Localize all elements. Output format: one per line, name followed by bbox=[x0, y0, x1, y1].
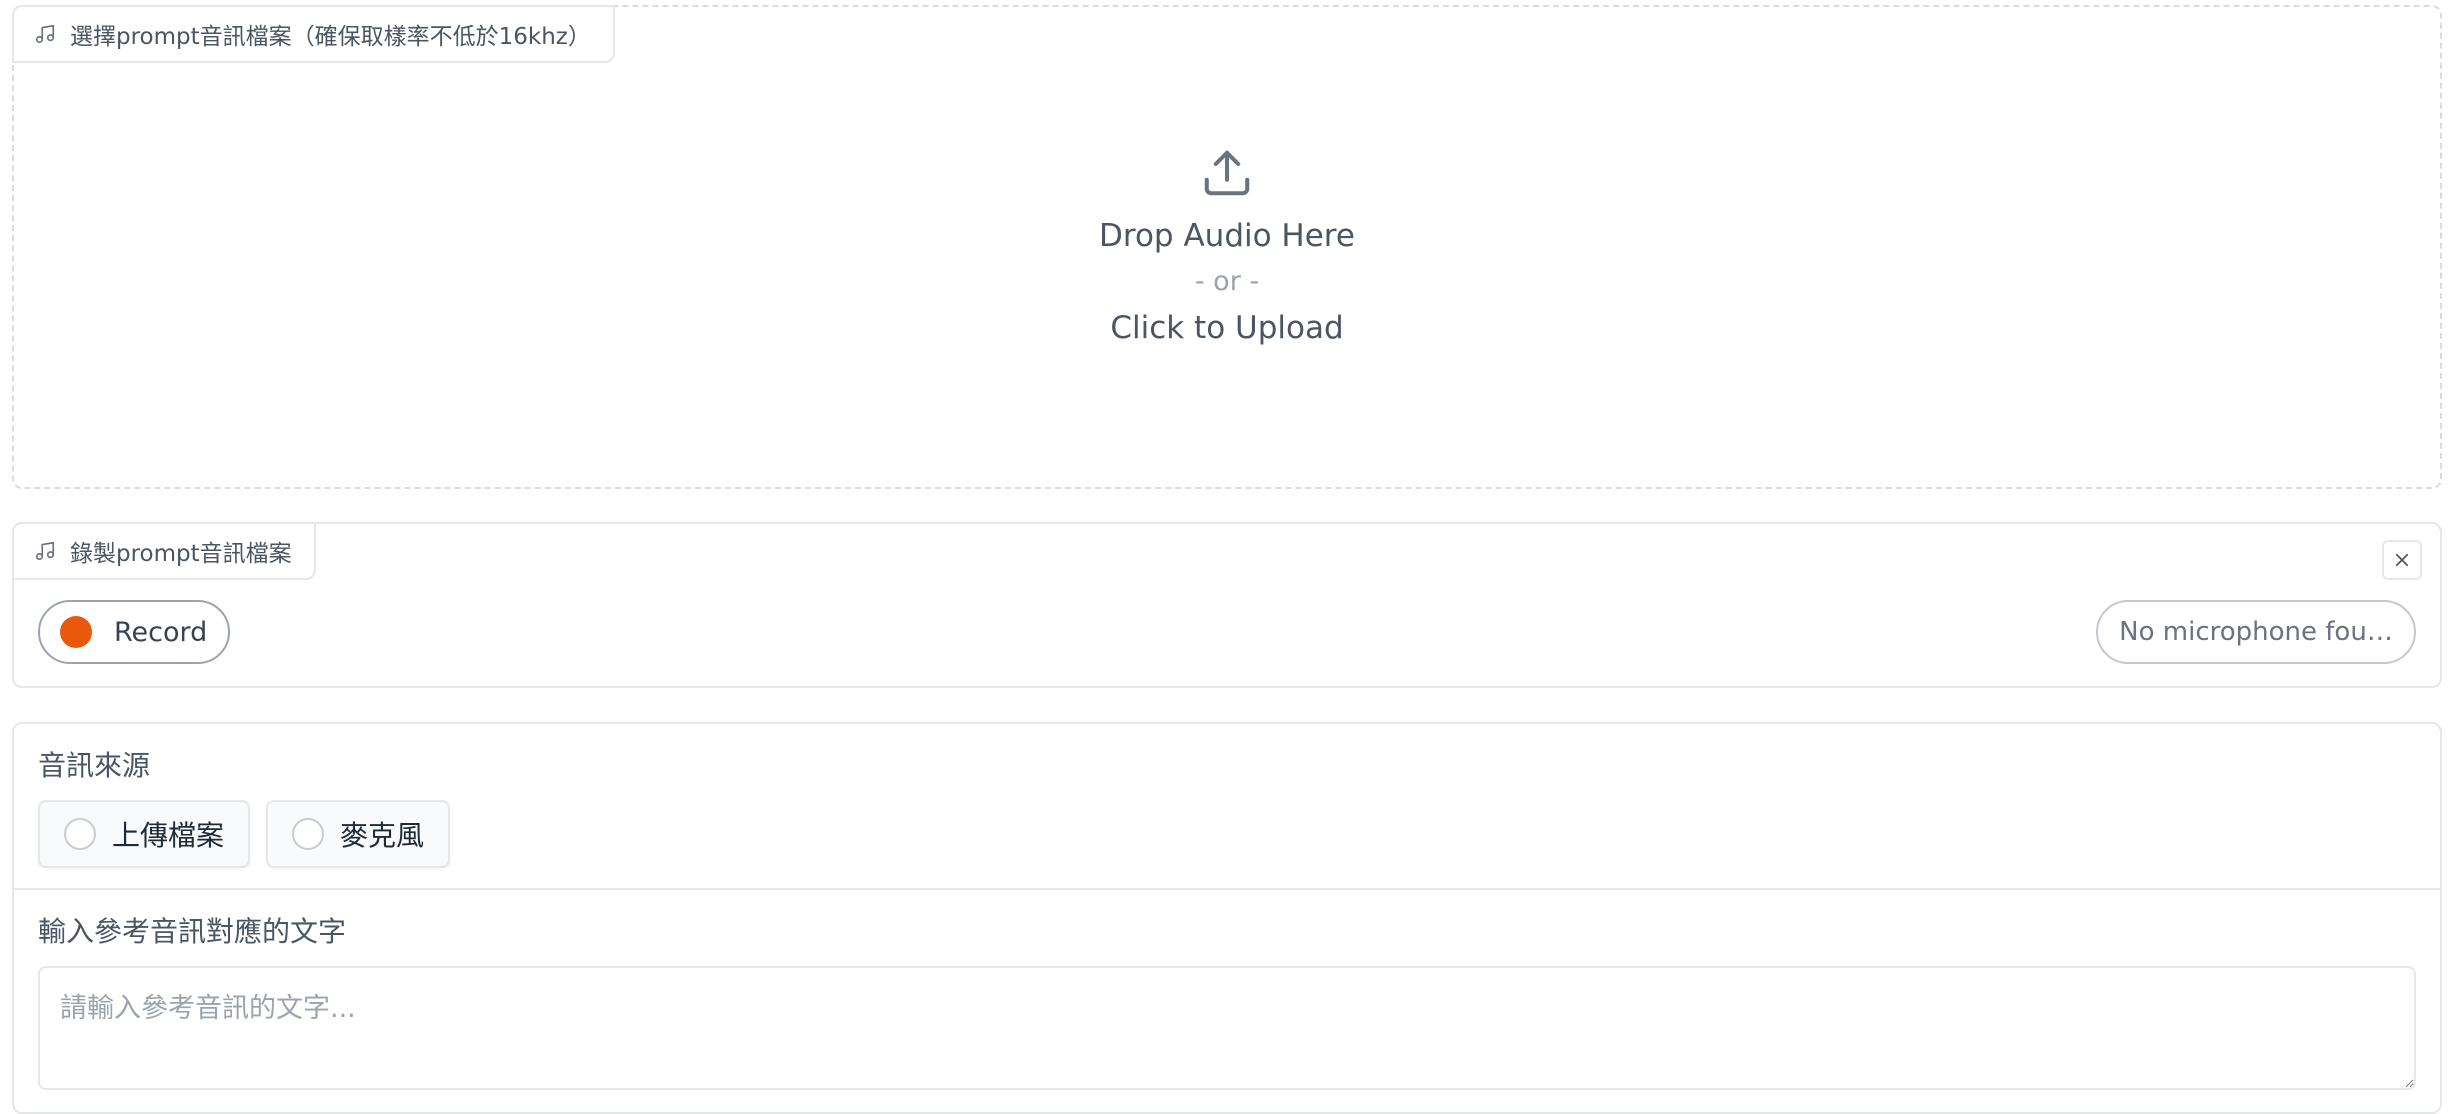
record-dot-icon bbox=[60, 616, 92, 648]
radio-circle[interactable] bbox=[64, 818, 96, 850]
reference-text-title: 輸入參考音訊對應的文字 bbox=[38, 915, 347, 948]
music-note-icon bbox=[35, 541, 55, 561]
audio-source-panel: 音訊來源 上傳檔案 麥克風 輸入參考音訊對應的文字 bbox=[12, 722, 2442, 1114]
divider bbox=[14, 888, 2440, 890]
or-text: - or - bbox=[1194, 266, 1260, 297]
audio-source-title: 音訊來源 bbox=[38, 749, 151, 782]
record-audio-panel: 錄製prompt音訊檔案 Record No microphone fou… bbox=[12, 522, 2442, 688]
microphone-select[interactable]: No microphone fou… bbox=[2096, 600, 2416, 664]
record-audio-label: 錄製prompt音訊檔案 bbox=[12, 522, 316, 580]
radio-circle[interactable] bbox=[292, 818, 325, 850]
upload-audio-panel: 選擇prompt音訊檔案（確保取樣率不低於16khz） Drop Audio H… bbox=[12, 5, 2442, 489]
click-to-upload-text: Click to Upload bbox=[1110, 310, 1344, 346]
clear-button[interactable] bbox=[2382, 540, 2422, 580]
upload-icon bbox=[1204, 150, 1250, 196]
record-button-label: Record bbox=[114, 616, 208, 648]
microphone-select-label: No microphone fou… bbox=[2119, 617, 2393, 647]
close-icon bbox=[2395, 553, 2409, 567]
radio-option-label: 上傳檔案 bbox=[112, 819, 225, 852]
drop-audio-text: Drop Audio Here bbox=[1099, 218, 1355, 254]
audio-source-radio-group: 上傳檔案 麥克風 bbox=[38, 800, 451, 868]
radio-option-label: 麥克風 bbox=[340, 819, 425, 852]
reference-text-input[interactable] bbox=[38, 966, 2416, 1090]
record-button[interactable]: Record bbox=[38, 600, 230, 664]
audio-drop-zone[interactable]: Drop Audio Here - or - Click to Upload bbox=[14, 7, 2440, 487]
record-audio-label-text: 錄製prompt音訊檔案 bbox=[70, 541, 292, 567]
radio-option-microphone[interactable]: 麥克風 bbox=[266, 800, 451, 868]
radio-option-upload[interactable]: 上傳檔案 bbox=[38, 800, 251, 868]
